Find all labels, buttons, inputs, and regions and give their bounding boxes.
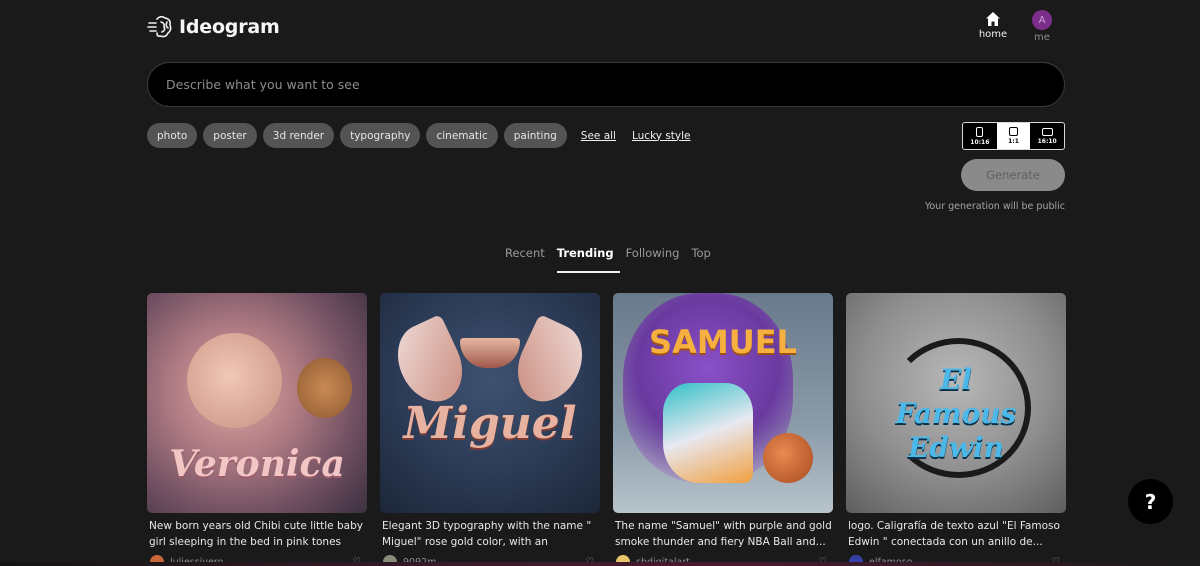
brain-logo-icon <box>147 15 172 38</box>
nav-me-label: me <box>1034 32 1050 43</box>
public-generation-note: Your generation will be public <box>924 201 1065 212</box>
image-grid: Veronica New born years old Chibi cute l… <box>147 293 1066 566</box>
lucky-style-link[interactable]: Lucky style <box>632 130 691 142</box>
aspect-option-10-16[interactable]: 10:16 <box>963 123 997 149</box>
image-card[interactable]: Miguel Elegant 3D typography with the na… <box>380 293 600 566</box>
help-button[interactable]: ? <box>1128 479 1173 524</box>
generated-image[interactable]: El Famous Edwin <box>846 293 1066 513</box>
image-text: Miguel <box>403 398 577 449</box>
card-caption: New born years old Chibi cute little bab… <box>149 520 363 548</box>
aspect-label: 16:10 <box>1037 137 1057 145</box>
generated-image[interactable]: Veronica <box>147 293 367 513</box>
image-card[interactable]: SAMUEL The name "Samuel" with purple and… <box>613 293 833 566</box>
brand-logo[interactable]: Ideogram <box>147 14 280 40</box>
image-card[interactable]: El Famous Edwin logo. Caligrafía de text… <box>846 293 1066 566</box>
chip-poster[interactable]: poster <box>203 123 257 148</box>
nav-home[interactable]: home <box>976 11 1010 40</box>
aspect-ratio-selector: 10:16 1:1 16:10 <box>962 122 1065 150</box>
nav-home-label: home <box>978 29 1008 40</box>
image-text: Veronica <box>169 443 345 485</box>
prompt-input[interactable] <box>166 77 1046 92</box>
aspect-label: 10:16 <box>970 138 990 146</box>
home-icon <box>986 12 1000 26</box>
aspect-label: 1:1 <box>1008 138 1019 145</box>
style-chips: photo poster 3d render typography cinema… <box>147 123 691 148</box>
brand-name: Ideogram <box>179 16 280 38</box>
card-caption: The name "Samuel" with purple and gold s… <box>615 520 832 548</box>
bottom-edge <box>0 562 1200 566</box>
generate-button[interactable]: Generate <box>961 159 1065 191</box>
tab-recent[interactable]: Recent <box>505 246 551 274</box>
chip-photo[interactable]: photo <box>147 123 198 148</box>
image-text: SAMUEL <box>649 323 797 361</box>
landscape-icon <box>1041 127 1053 136</box>
image-text: El Famous Edwin <box>895 363 1017 464</box>
card-caption: logo. Caligrafía de texto azul "El Famos… <box>848 520 1060 548</box>
chip-painting[interactable]: painting <box>503 123 567 148</box>
card-caption: Elegant 3D typography with the name " Mi… <box>382 520 592 548</box>
aspect-option-1-1[interactable]: 1:1 <box>996 123 1031 149</box>
generated-image[interactable]: SAMUEL <box>613 293 833 513</box>
image-card[interactable]: Veronica New born years old Chibi cute l… <box>147 293 367 566</box>
chip-typography[interactable]: typography <box>340 123 421 148</box>
avatar: A <box>1032 10 1052 30</box>
portrait-icon <box>976 126 984 137</box>
square-icon <box>1009 127 1018 136</box>
see-all-link[interactable]: See all <box>581 130 616 142</box>
tab-top[interactable]: Top <box>685 246 716 274</box>
prompt-field[interactable] <box>147 62 1065 107</box>
nav-me[interactable]: A me <box>1028 10 1056 43</box>
chip-3d-render[interactable]: 3d render <box>262 123 335 148</box>
aspect-option-16-10[interactable]: 16:10 <box>1030 123 1064 149</box>
feed-tabs: Recent Trending Following Top <box>505 246 717 274</box>
tab-following[interactable]: Following <box>620 246 686 274</box>
generated-image[interactable]: Miguel <box>380 293 600 513</box>
tab-trending[interactable]: Trending <box>551 246 620 274</box>
chip-cinematic[interactable]: cinematic <box>426 123 498 148</box>
top-header: Ideogram home A me <box>0 0 1200 58</box>
